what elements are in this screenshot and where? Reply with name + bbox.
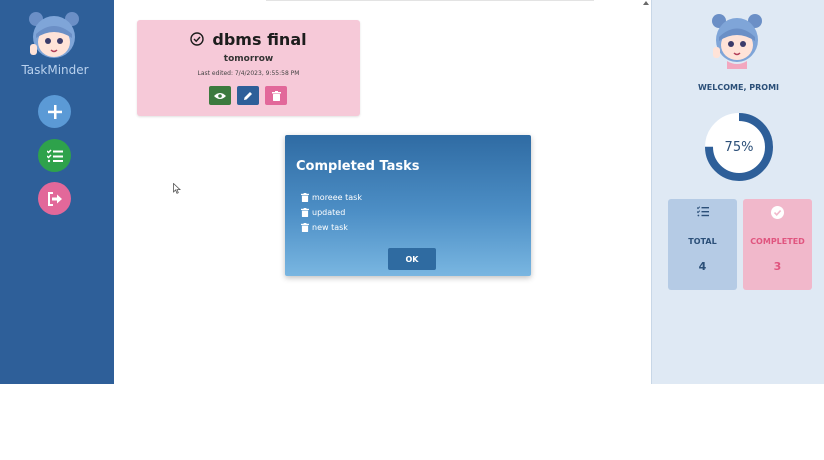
task-title: dbms final [212, 29, 307, 49]
progress-label: 75% [725, 140, 754, 155]
completed-tasks-modal: Completed Tasks moreee task updated new … [285, 135, 531, 276]
divider [266, 0, 594, 1]
list-item: moreee task [301, 190, 362, 205]
edit-task-button[interactable] [237, 86, 259, 105]
completed-tasks-button[interactable] [38, 139, 71, 172]
app-window: TaskMinder dbms final tomorrow Last edit… [0, 0, 824, 384]
completed-task-label: moreee task [312, 193, 362, 202]
total-label: TOTAL [688, 237, 717, 246]
ok-button[interactable]: OK [388, 248, 436, 270]
check-circle-icon [190, 32, 205, 46]
trash-icon [271, 90, 281, 101]
scroll-up-arrow-icon[interactable] [642, 0, 650, 6]
sign-out-icon [47, 191, 62, 206]
pencil-icon [244, 91, 252, 100]
check-circle-icon [771, 206, 784, 219]
progress-ring: 75% [702, 110, 776, 184]
list-item: updated [301, 205, 362, 220]
total-value: 4 [698, 260, 707, 273]
completed-task-label: updated [312, 208, 346, 217]
mouse-cursor-icon [173, 183, 181, 194]
trash-icon[interactable] [301, 223, 309, 232]
eye-icon [214, 92, 226, 99]
view-task-button[interactable] [209, 86, 231, 105]
delete-task-button[interactable] [265, 86, 287, 105]
completed-value: 3 [773, 260, 782, 273]
checklist-icon [46, 148, 63, 162]
plus-icon [47, 104, 62, 119]
avatar [709, 11, 765, 69]
modal-title: Completed Tasks [296, 159, 420, 174]
profile-panel: WELCOME, PROMI 75% TOTAL 4 COMPLETED 3 [651, 0, 824, 384]
trash-icon[interactable] [301, 193, 309, 202]
completed-stat-card: COMPLETED 3 [743, 199, 812, 290]
trash-icon[interactable] [301, 208, 309, 217]
logout-button[interactable] [38, 182, 71, 215]
task-title-row: dbms final [137, 27, 360, 51]
task-due-date: tomorrow [223, 54, 274, 64]
task-last-edited: Last edited: 7/4/2023, 9:55:58 PM [197, 70, 300, 77]
list-item: new task [301, 220, 362, 235]
completed-label: COMPLETED [750, 237, 805, 246]
sidebar: TaskMinder [0, 0, 114, 384]
total-stat-card: TOTAL 4 [668, 199, 737, 290]
app-title: TaskMinder [21, 63, 89, 77]
add-task-button[interactable] [38, 95, 71, 128]
task-card[interactable]: dbms final tomorrow Last edited: 7/4/202… [137, 20, 360, 116]
list-check-icon [696, 206, 709, 217]
completed-task-label: new task [312, 223, 348, 232]
completed-task-list: moreee task updated new task [301, 190, 362, 235]
welcome-text: WELCOME, PROMI [697, 83, 780, 92]
app-logo [26, 10, 82, 64]
